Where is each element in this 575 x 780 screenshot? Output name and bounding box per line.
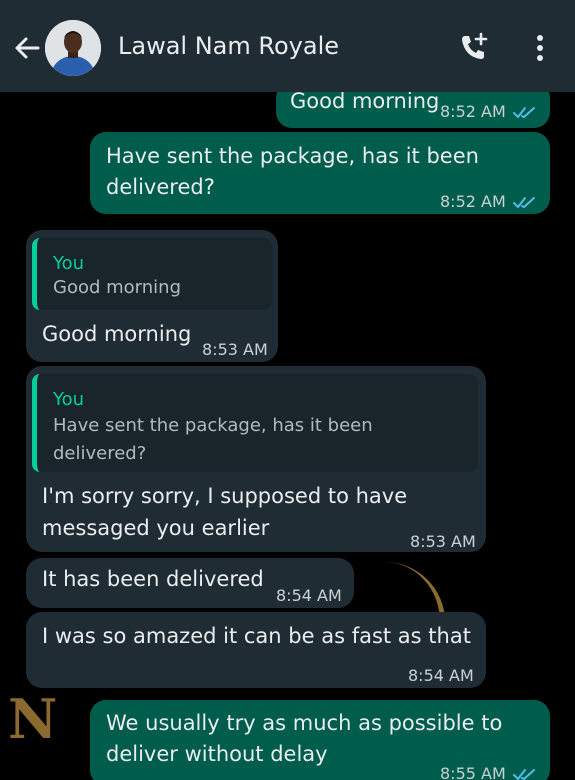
message-time: 8:53 AM [202,340,268,359]
message-time: 8:52 AM [440,96,540,127]
message-text: Good morning [42,322,192,346]
double-check-icon [512,106,535,119]
message-time: 8:54 AM [408,666,474,685]
message-text-line: deliver without delay [106,742,328,766]
message-time: 8:52 AM [440,186,540,217]
quote-text-line: Have sent the package, has it been [53,415,373,436]
double-check-icon [512,768,535,780]
message-time: 8:54 AM [276,586,342,605]
contact-name[interactable]: Lawal Nam Royale [118,32,339,60]
message-text: It has been delivered [42,567,264,591]
avatar-photo-icon [45,20,101,76]
arrow-left-icon[interactable] [12,33,42,63]
quote-author: You [53,389,85,410]
message-text: I was so amazed it can be as fast as tha… [42,624,471,648]
quote-text: Good morning [53,277,181,298]
message-text-line: We usually try as much as possible to [106,711,503,735]
chat-area[interactable]: N Good morning 8:52 AM Have sent the pac… [0,92,575,780]
message-bubble-incoming[interactable]: I was so amazed it can be as fast as tha… [26,612,486,688]
message-time: 8:55 AM [440,758,540,780]
quoted-message[interactable]: You Have sent the package, has it been d… [32,374,478,472]
message-text-line: delivered? [106,175,215,199]
quote-text-line: delivered? [53,443,147,464]
message-bubble-incoming[interactable]: You Have sent the package, has it been d… [26,366,486,552]
message-text: Good morning [290,92,440,113]
message-bubble-outgoing[interactable]: We usually try as much as possible to de… [90,700,550,780]
message-bubble-outgoing[interactable]: Have sent the package, has it been deliv… [90,132,550,214]
message-bubble-incoming[interactable]: It has been delivered 8:54 AM [26,558,354,608]
message-text-line: messaged you earlier [42,516,270,540]
message-text-line: I'm sorry sorry, I supposed to have [42,484,408,508]
quoted-message[interactable]: You Good morning [32,238,272,310]
double-check-icon [512,196,535,209]
add-call-icon[interactable] [456,31,490,65]
chat-header: Lawal Nam Royale [0,0,575,92]
message-bubble-outgoing[interactable]: Good morning 8:52 AM [276,92,550,128]
message-bubble-incoming[interactable]: You Good morning Good morning 8:53 AM [26,230,278,362]
avatar[interactable] [45,20,101,76]
message-text-line: Have sent the package, has it been [106,144,479,168]
more-vert-icon[interactable] [530,31,550,65]
message-time: 8:53 AM [410,532,476,551]
